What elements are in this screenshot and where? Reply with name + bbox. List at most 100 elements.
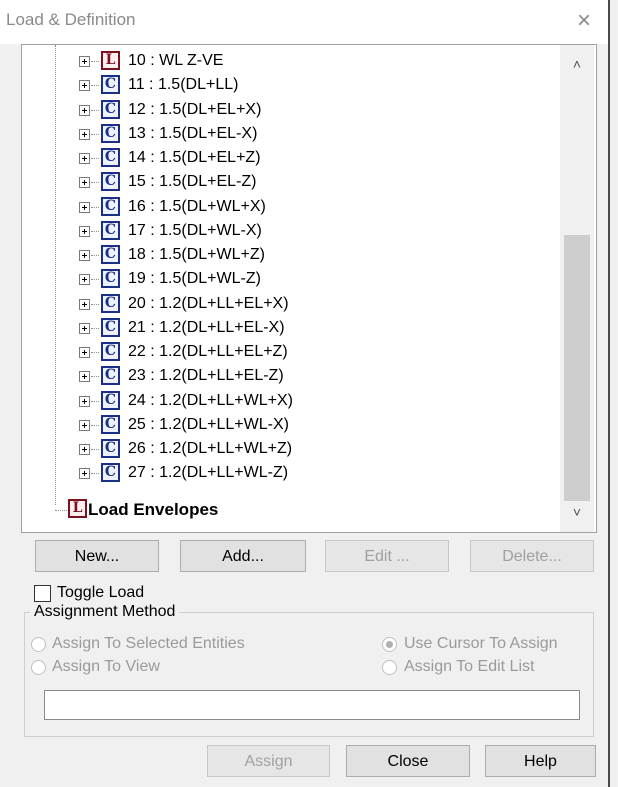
tree-item-label: 11 : 1.5(DL+LL) <box>128 76 239 94</box>
tree-item[interactable]: C 27 : 1.2(DL+LL+WL-Z) <box>22 462 562 486</box>
tree-item-label: 24 : 1.2(DL+LL+WL+X) <box>128 391 293 409</box>
load-combination-icon: C <box>101 99 120 119</box>
expand-plus-icon[interactable] <box>79 444 90 455</box>
expand-plus-icon[interactable] <box>79 201 90 213</box>
tree-item-label: 19 : 1.5(DL+WL-Z) <box>128 270 261 288</box>
load-definition-window: Load & Definition × L 10 : WL Z-VE C 11 : 1… <box>0 0 610 787</box>
expand-plus-icon[interactable] <box>79 371 90 383</box>
tree-item-label: 20 : 1.2(DL+LL+EL+X) <box>128 294 289 312</box>
tree-connector <box>91 158 99 159</box>
help-button[interactable]: Help <box>485 745 596 777</box>
tree-connector <box>91 206 99 208</box>
add-button[interactable]: Add... <box>180 540 306 572</box>
expand-plus-icon[interactable] <box>79 128 90 140</box>
expand-plus-icon[interactable] <box>79 274 90 286</box>
tree-item[interactable]: C 13 : 1.5(DL+EL-X) <box>22 123 562 147</box>
tree-item[interactable]: C 16 : 1.5(DL+WL+X) <box>22 196 562 220</box>
tree-item[interactable]: C 25 : 1.2(DL+LL+WL-X) <box>22 414 562 438</box>
tree-item[interactable]: C 11 : 1.5(DL+LL) <box>22 74 562 98</box>
tree-item[interactable]: C 20 : 1.2(DL+LL+EL+X) <box>22 293 562 317</box>
tree-item[interactable]: C 12 : 1.5(DL+EL+X) <box>22 99 562 123</box>
tree-connector <box>91 327 99 329</box>
tree-connector <box>91 255 99 256</box>
expand-plus-icon[interactable] <box>79 468 90 480</box>
tree-item[interactable]: L 10 : WL Z-VE <box>22 50 562 74</box>
expand-plus-icon[interactable] <box>79 225 90 237</box>
tree-item-label: 15 : 1.5(DL+EL-Z) <box>128 173 257 191</box>
tree-item-label: 13 : 1.5(DL+EL-X) <box>128 124 258 142</box>
expand-plus-icon[interactable] <box>79 322 90 334</box>
expand-plus-icon[interactable] <box>79 395 90 407</box>
tree-connector <box>91 85 99 87</box>
expand-plus-icon[interactable] <box>79 56 90 67</box>
tree-connector <box>91 473 99 475</box>
tree-connector <box>91 424 99 426</box>
scroll-down-icon[interactable]: ˅ <box>560 497 594 527</box>
tree-item[interactable]: C 17 : 1.5(DL+WL-X) <box>22 220 562 244</box>
tree-connector <box>91 182 99 184</box>
assignment-field[interactable] <box>44 690 580 720</box>
load-combination-icon: C <box>101 463 120 483</box>
edit-button[interactable]: Edit ... <box>325 540 449 572</box>
load-combination-icon: C <box>101 366 120 386</box>
tree-item[interactable]: C 15 : 1.5(DL+EL-Z) <box>22 171 562 195</box>
load-combination-icon: C <box>101 293 120 313</box>
tree-item[interactable]: C 19 : 1.5(DL+WL-Z) <box>22 268 562 292</box>
load-combination-icon: C <box>101 390 120 410</box>
tree-item[interactable]: C 21 : 1.2(DL+LL+EL-X) <box>22 317 562 341</box>
load-combination-icon: C <box>101 342 120 361</box>
tree-connector <box>91 352 99 353</box>
tree-connector <box>91 133 99 135</box>
tree-connector <box>91 279 99 281</box>
expand-plus-icon[interactable] <box>79 153 90 164</box>
load-combination-icon: C <box>101 75 120 95</box>
scroll-up-icon[interactable]: ˄ <box>560 49 594 79</box>
expand-plus-icon[interactable] <box>79 419 90 431</box>
new-button[interactable]: New... <box>35 540 159 572</box>
load-combination-icon: C <box>101 439 120 458</box>
assign-edit-list-label: Assign To Edit List <box>404 658 535 675</box>
close-button[interactable]: Close <box>346 745 470 777</box>
tree-connector <box>91 303 99 305</box>
tree-item[interactable]: C 26 : 1.2(DL+LL+WL+Z) <box>22 438 562 462</box>
load-case-icon: L <box>101 51 120 70</box>
tree-connector <box>91 109 99 111</box>
assign-view-radio[interactable] <box>31 660 46 675</box>
expand-plus-icon[interactable] <box>79 80 90 92</box>
tree-item[interactable]: C 18 : 1.5(DL+WL+Z) <box>22 244 562 268</box>
assignment-method-label: Assignment Method <box>30 603 180 621</box>
tree-item[interactable]: C 23 : 1.2(DL+LL+EL-Z) <box>22 365 562 389</box>
expand-plus-icon[interactable] <box>79 298 90 310</box>
load-combination-icon: C <box>101 196 120 216</box>
close-icon[interactable]: × <box>571 8 597 34</box>
expand-plus-icon[interactable] <box>79 347 90 358</box>
tree-item-label: 26 : 1.2(DL+LL+WL+Z) <box>128 440 293 457</box>
load-combination-icon: C <box>101 245 120 264</box>
tree-connector <box>91 61 99 62</box>
tree-item[interactable]: C 24 : 1.2(DL+LL+WL+X) <box>22 390 562 414</box>
assign-edit-list-radio[interactable] <box>382 660 397 675</box>
expand-plus-icon[interactable] <box>79 250 90 261</box>
tree-item-label: 10 : WL Z-VE <box>128 52 224 69</box>
load-envelopes-label[interactable]: Load Envelopes <box>88 500 218 520</box>
tree-item-label: 14 : 1.5(DL+EL+Z) <box>128 149 261 166</box>
delete-button[interactable]: Delete... <box>470 540 594 572</box>
tree-item[interactable]: C 22 : 1.2(DL+LL+EL+Z) <box>22 341 562 365</box>
load-tree[interactable]: L 10 : WL Z-VE C 11 : 1.5(DL+LL) C 12 : 1.5(D… <box>21 44 597 533</box>
load-combination-icon: C <box>101 123 120 143</box>
use-cursor-radio[interactable] <box>382 637 397 652</box>
load-combination-icon: C <box>101 148 120 167</box>
scroll-thumb[interactable] <box>564 235 590 501</box>
assign-view-label: Assign To View <box>52 658 160 675</box>
tree-connector <box>91 449 99 450</box>
tree-item-label: 21 : 1.2(DL+LL+EL-X) <box>128 318 285 336</box>
tree-item[interactable]: C 14 : 1.5(DL+EL+Z) <box>22 147 562 171</box>
assign-button[interactable]: Assign <box>207 745 330 777</box>
assign-selected-radio[interactable] <box>31 637 46 652</box>
window-title: Load & Definition <box>6 10 136 29</box>
toggle-load-checkbox[interactable] <box>34 585 51 602</box>
expand-plus-icon[interactable] <box>79 104 90 116</box>
expand-plus-icon[interactable] <box>79 177 90 189</box>
tree-scrollbar[interactable]: ˄ ˅ <box>560 45 594 532</box>
load-envelope-icon: L <box>68 499 87 518</box>
